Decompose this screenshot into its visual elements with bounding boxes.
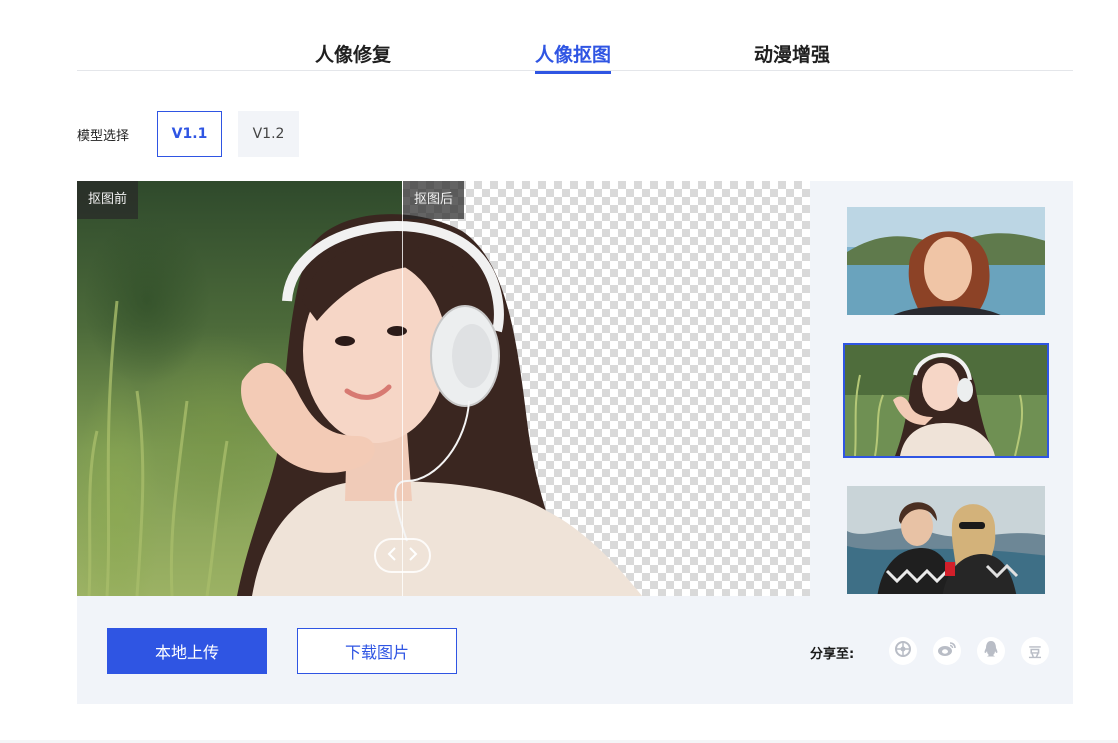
grass-decoration <box>87 300 229 596</box>
model-option-v1-2[interactable]: V1.2 <box>238 111 299 157</box>
weibo-icon <box>937 640 957 662</box>
share-douban-button[interactable]: 豆 <box>1021 637 1049 665</box>
chevron-left-icon <box>387 546 397 565</box>
before-tag: 抠图前 <box>77 181 139 219</box>
share-qq-button[interactable] <box>977 637 1005 665</box>
shirt <box>252 481 642 596</box>
share-wechat-moments-button[interactable] <box>889 637 917 665</box>
upload-local-button[interactable]: 本地上传 <box>107 628 267 674</box>
qq-icon <box>983 640 999 662</box>
tab-anime-enhance[interactable]: 动漫增强 <box>754 40 830 71</box>
share-label: 分享至: <box>810 647 855 662</box>
download-image-button[interactable]: 下载图片 <box>297 628 457 674</box>
model-select-label: 模型选择 <box>77 129 130 144</box>
thumbnail-woman-headphones[interactable] <box>843 343 1049 458</box>
thumbnail-two-friends-cliff[interactable] <box>845 484 1047 596</box>
before-after-compare: 抠图前 抠图后 <box>77 181 810 596</box>
tab-portrait-cutout[interactable]: 人像抠图 <box>535 40 612 74</box>
wechat-moments-icon <box>894 640 912 662</box>
douban-icon: 豆 <box>1028 645 1042 661</box>
model-option-v1-1[interactable]: V1.1 <box>157 111 222 157</box>
demo-panel: 抠图前 抠图后 本地上传 下载图片 分享至: 豆 <box>77 181 1073 704</box>
compare-slider-handle[interactable] <box>374 538 431 573</box>
portrait-subject <box>87 214 642 596</box>
tab-portrait-restore[interactable]: 人像修复 <box>315 40 391 71</box>
after-tag: 抠图后 <box>403 181 465 219</box>
thumbnail-redhead-woman-lake[interactable] <box>845 205 1047 317</box>
chevron-right-icon <box>408 546 418 565</box>
share-weibo-button[interactable] <box>933 637 961 665</box>
compare-divider <box>402 181 403 596</box>
feature-tabs: 人像修复 人像抠图 动漫增强 <box>77 36 1073 74</box>
